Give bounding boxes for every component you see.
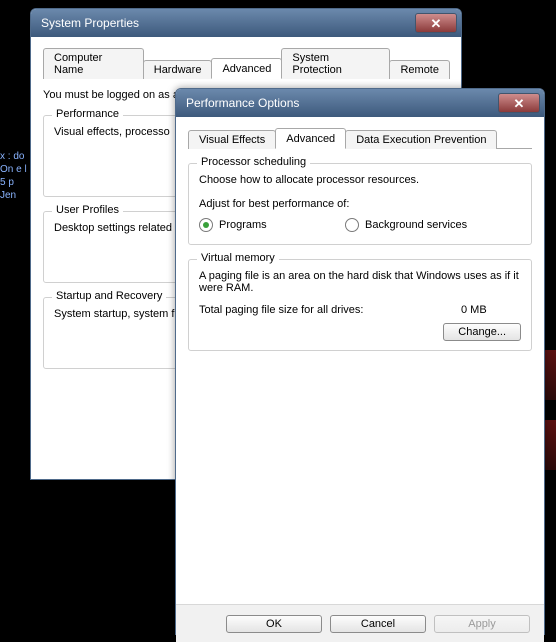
vm-desc: A paging file is an area on the hard dis…: [199, 270, 521, 294]
sysprops-tabs: Computer Name Hardware Advanced System P…: [43, 47, 449, 79]
group-legend: User Profiles: [52, 204, 123, 216]
window-title: Performance Options: [186, 96, 498, 110]
tab-hardware[interactable]: Hardware: [143, 60, 213, 79]
group-legend: Virtual memory: [197, 252, 279, 264]
group-legend: Processor scheduling: [197, 156, 310, 168]
dialog-buttons: OK Cancel Apply: [176, 604, 544, 642]
close-button[interactable]: ✕: [498, 93, 540, 113]
radio-programs-label: Programs: [219, 219, 339, 231]
titlebar[interactable]: System Properties ✕: [31, 9, 461, 37]
close-button[interactable]: ✕: [415, 13, 457, 33]
group-legend: Performance: [52, 108, 123, 120]
cancel-button[interactable]: Cancel: [330, 615, 426, 633]
total-paging-value: 0 MB: [461, 304, 521, 316]
group-legend: Startup and Recovery: [52, 290, 166, 302]
radio-background-services[interactable]: [345, 218, 359, 232]
change-button[interactable]: Change...: [443, 323, 521, 341]
tab-computer-name[interactable]: Computer Name: [43, 48, 144, 79]
processor-scheduling-group: Processor scheduling Choose how to alloc…: [188, 163, 532, 245]
tab-remote[interactable]: Remote: [389, 60, 450, 79]
tab-visual-effects[interactable]: Visual Effects: [188, 130, 276, 149]
close-icon: ✕: [431, 17, 442, 30]
apply-button[interactable]: Apply: [434, 615, 530, 633]
perfopts-tabs: Visual Effects Advanced Data Execution P…: [188, 127, 532, 149]
titlebar[interactable]: Performance Options ✕: [176, 89, 544, 117]
window-title: System Properties: [41, 16, 415, 30]
radio-programs[interactable]: [199, 218, 213, 232]
radio-background-label: Background services: [365, 219, 467, 231]
total-paging-label: Total paging file size for all drives:: [199, 304, 455, 316]
tab-advanced[interactable]: Advanced: [275, 128, 346, 149]
tab-advanced[interactable]: Advanced: [211, 58, 282, 79]
performance-options-window: Performance Options ✕ Visual Effects Adv…: [175, 88, 545, 635]
ok-button[interactable]: OK: [226, 615, 322, 633]
tab-dep[interactable]: Data Execution Prevention: [345, 130, 497, 149]
tab-system-protection[interactable]: System Protection: [281, 48, 390, 79]
adjust-label: Adjust for best performance of:: [199, 198, 521, 210]
virtual-memory-group: Virtual memory A paging file is an area …: [188, 259, 532, 351]
desktop-text-fragment: x : do On e l 5 p Jen: [0, 150, 30, 202]
close-icon: ✕: [514, 97, 525, 110]
scheduling-desc: Choose how to allocate processor resourc…: [199, 174, 521, 186]
